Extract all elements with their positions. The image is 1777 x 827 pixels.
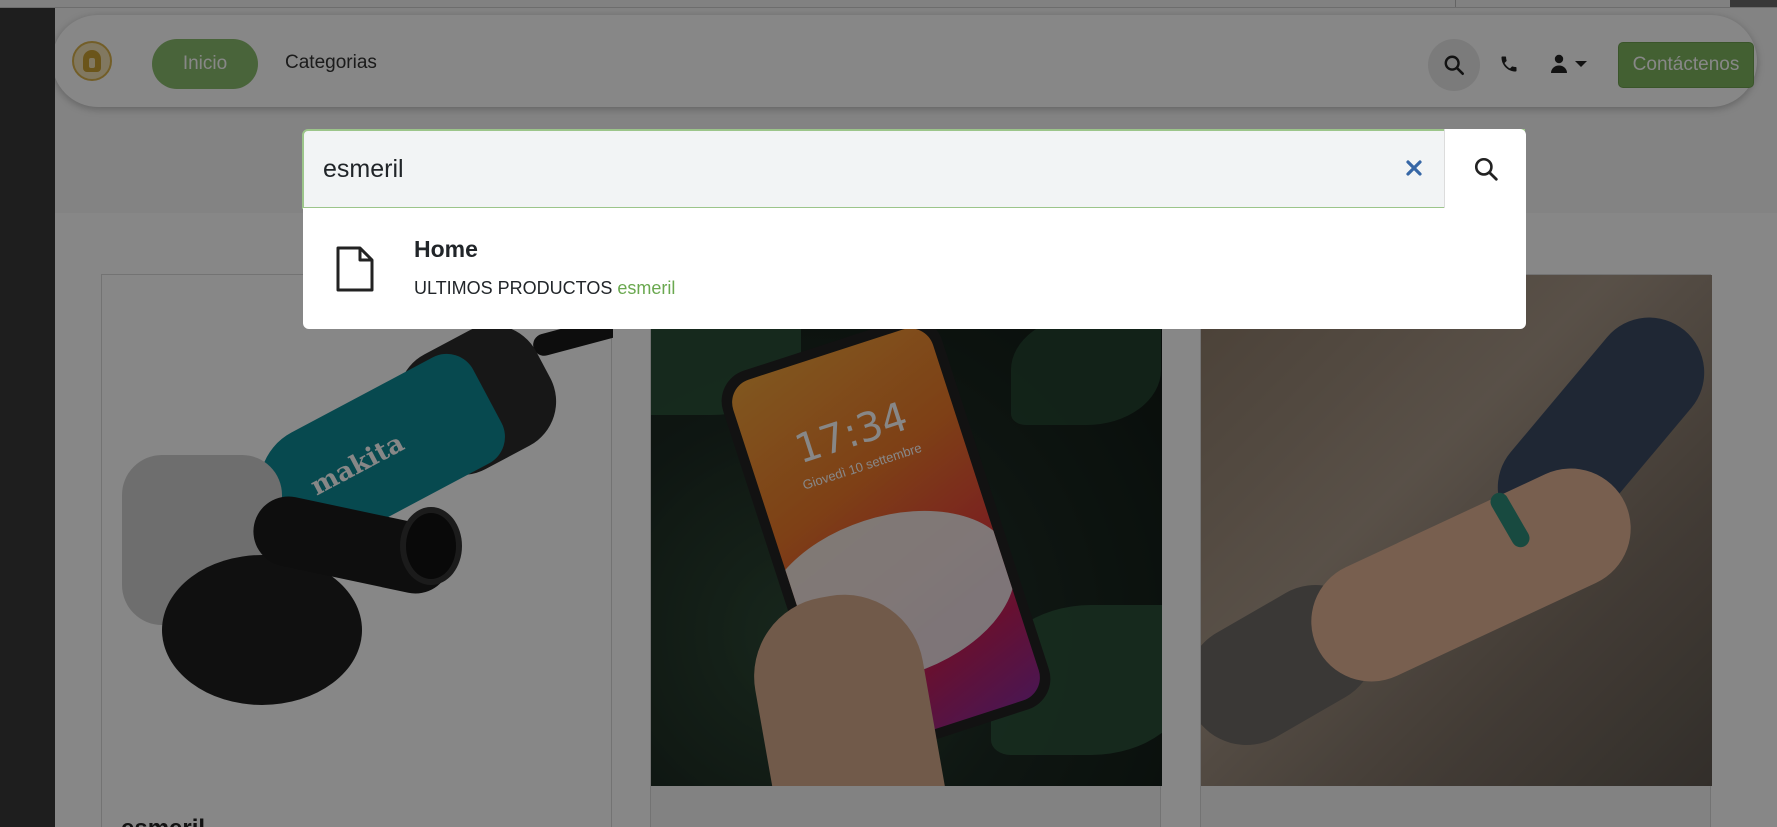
close-icon	[1406, 160, 1422, 176]
result-title[interactable]: Home	[414, 236, 478, 263]
result-description-text: ULTIMOS PRODUCTOS	[414, 278, 618, 298]
clear-search-button[interactable]	[1398, 152, 1430, 184]
search-submit-button[interactable]	[1444, 129, 1526, 209]
document-icon	[335, 246, 375, 297]
search-icon	[1474, 157, 1498, 181]
result-match-highlight: esmeril	[617, 278, 676, 298]
result-description: ULTIMOS PRODUCTOS esmeril	[414, 278, 675, 299]
search-input[interactable]	[302, 129, 1442, 209]
modal-backdrop[interactable]	[0, 0, 1777, 827]
search-results-dropdown: Home ULTIMOS PRODUCTOS esmeril	[303, 208, 1526, 329]
